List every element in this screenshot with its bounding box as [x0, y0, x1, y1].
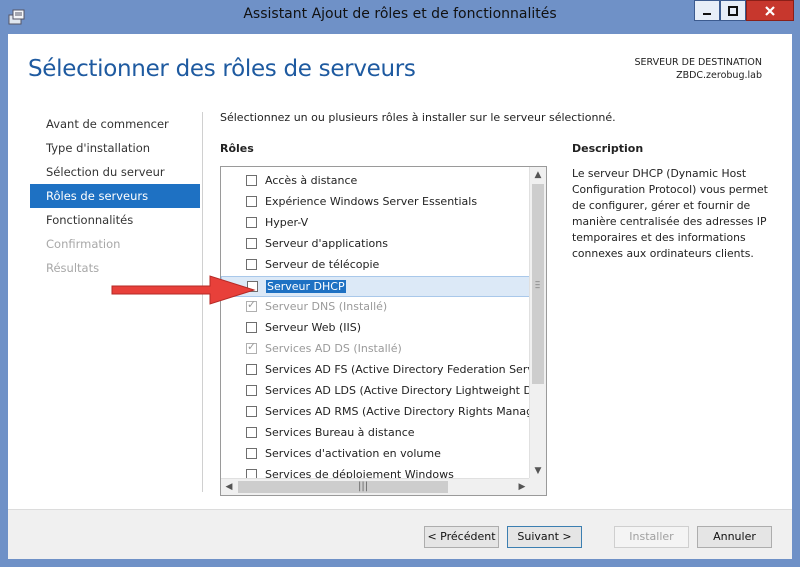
next-button[interactable]: Suivant >: [507, 526, 582, 548]
role-row[interactable]: Services de déploiement Windows: [221, 465, 530, 479]
role-row[interactable]: Serveur de télécopie: [221, 255, 530, 276]
role-label: Services d'activation en volume: [265, 447, 441, 460]
scroll-left-arrow-icon[interactable]: ◀: [221, 479, 237, 495]
role-label: Accès à distance: [265, 174, 358, 187]
nav-item-roles-serveurs[interactable]: Rôles de serveurs: [30, 184, 200, 208]
nav-item-type-installation[interactable]: Type d'installation: [30, 136, 200, 160]
close-button[interactable]: [746, 0, 794, 21]
role-checkbox[interactable]: [246, 196, 257, 207]
previous-button[interactable]: < Précédent: [424, 526, 499, 548]
roles-list-items: Accès à distance Expérience Windows Serv…: [221, 167, 530, 479]
role-row[interactable]: Accès à distance: [221, 171, 530, 192]
description-text: Le serveur DHCP (Dynamic Host Configurat…: [572, 167, 768, 260]
page-title: Sélectionner des rôles de serveurs: [28, 56, 416, 82]
role-row[interactable]: Serveur Web (IIS): [221, 318, 530, 339]
minimize-icon: [703, 12, 711, 15]
role-row[interactable]: Services AD RMS (Active Directory Rights…: [221, 402, 530, 423]
footer-bar: < Précédent Suivant > Installer Annuler: [8, 510, 792, 559]
cancel-button[interactable]: Annuler: [697, 526, 772, 548]
maximize-icon: [728, 5, 738, 16]
description-heading: Description: [572, 142, 644, 155]
title-bar[interactable]: Assistant Ajout de rôles et de fonctionn…: [0, 0, 800, 34]
install-button: Installer: [614, 526, 689, 548]
scroll-right-arrow-icon[interactable]: ▶: [514, 479, 530, 495]
grip-icon: ‒ ‒ ‒: [535, 277, 541, 292]
role-checkbox[interactable]: [246, 427, 257, 438]
role-label: Serveur Web (IIS): [265, 321, 362, 334]
role-checkbox[interactable]: [246, 217, 257, 228]
scroll-down-arrow-icon[interactable]: ▼: [530, 463, 546, 479]
role-row[interactable]: Services d'activation en volume: [221, 444, 530, 465]
role-row[interactable]: Services Bureau à distance: [221, 423, 530, 444]
role-row[interactable]: Expérience Windows Server Essentials: [221, 192, 530, 213]
maximize-button[interactable]: [720, 0, 746, 21]
nav-item-selection-serveur[interactable]: Sélection du serveur: [30, 160, 200, 184]
role-row[interactable]: Serveur d'applications: [221, 234, 530, 255]
vertical-scrollbar[interactable]: ▲ ‒ ‒ ‒ ▼: [529, 167, 546, 479]
horizontal-scrollbar[interactable]: ◀ ||| ▶: [221, 478, 530, 495]
nav-item-confirmation: Confirmation: [46, 237, 121, 251]
role-row[interactable]: Services AD LDS (Active Directory Lightw…: [221, 381, 530, 402]
nav-item-avant-de-commencer[interactable]: Avant de commencer: [30, 112, 200, 136]
role-checkbox-checked: [246, 340, 257, 354]
role-label: Services AD FS (Active Directory Federat…: [265, 363, 530, 376]
role-checkbox[interactable]: [246, 259, 257, 270]
red-arrow-icon: [111, 275, 256, 305]
destination-server: ZBDC.zerobug.lab: [676, 70, 762, 81]
scroll-corner: [529, 478, 546, 495]
role-label: Services AD DS (Installé): [265, 342, 402, 355]
role-label: Hyper-V: [265, 216, 309, 229]
nav-item-fonctionnalites[interactable]: Fonctionnalités: [30, 208, 200, 232]
scroll-up-arrow-icon[interactable]: ▲: [530, 167, 546, 183]
window-title: Assistant Ajout de rôles et de fonctionn…: [243, 6, 557, 22]
role-checkbox[interactable]: [246, 175, 257, 186]
instruction-text: Sélectionnez un ou plusieurs rôles à ins…: [220, 111, 616, 124]
close-icon: [765, 5, 775, 16]
role-checkbox[interactable]: [246, 448, 257, 459]
role-row[interactable]: Hyper-V: [221, 213, 530, 234]
role-checkbox[interactable]: [246, 406, 257, 417]
role-label: Serveur de télécopie: [265, 258, 380, 271]
wizard-nav: Avant de commencer Type d'installation S…: [30, 112, 200, 280]
role-row-selected[interactable]: Serveur DHCP: [221, 276, 530, 297]
role-row[interactable]: Services AD FS (Active Directory Federat…: [221, 360, 530, 381]
roles-list[interactable]: Accès à distance Expérience Windows Serv…: [220, 166, 547, 496]
role-checkbox[interactable]: [246, 238, 257, 249]
role-label: Services Bureau à distance: [265, 426, 415, 439]
role-label: Serveur d'applications: [265, 237, 388, 250]
role-row: Serveur DNS (Installé): [221, 297, 530, 318]
grip-icon: |||: [358, 481, 369, 492]
horizontal-scroll-thumb[interactable]: |||: [238, 481, 448, 493]
role-checkbox[interactable]: [246, 322, 257, 333]
role-checkbox[interactable]: [246, 364, 257, 375]
role-label: Services AD RMS (Active Directory Rights…: [265, 405, 530, 418]
role-label: Services AD LDS (Active Directory Lightw…: [265, 384, 530, 397]
role-row: Services AD DS (Installé): [221, 339, 530, 360]
role-checkbox[interactable]: [246, 385, 257, 396]
role-label: Expérience Windows Server Essentials: [265, 195, 478, 208]
role-label: Serveur DHCP: [266, 280, 346, 293]
destination-label: SERVEUR DE DESTINATION: [634, 57, 762, 68]
destination-server-info: SERVEUR DE DESTINATION ZBDC.zerobug.lab: [634, 56, 762, 82]
wizard-window: Assistant Ajout de rôles et de fonctionn…: [0, 0, 800, 567]
role-label: Serveur DNS (Installé): [265, 300, 388, 313]
vertical-scroll-thumb[interactable]: ‒ ‒ ‒: [532, 184, 544, 384]
minimize-button[interactable]: [694, 0, 720, 21]
roles-heading: Rôles: [220, 142, 254, 155]
